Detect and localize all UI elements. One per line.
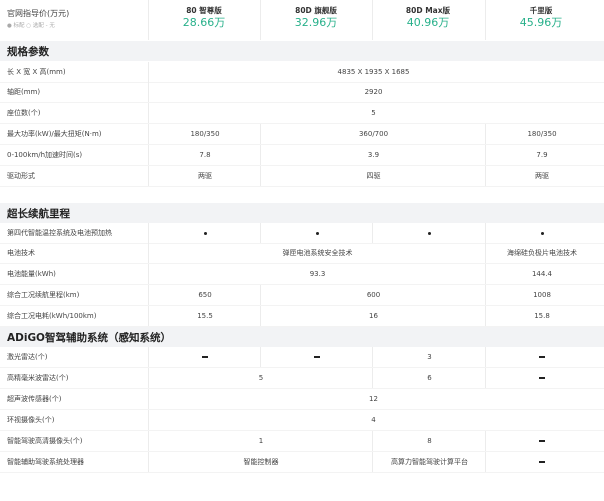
- row-drive: 驱动形式 两驱 四驱 两驱: [0, 166, 604, 187]
- value-v4: 180/350: [485, 124, 598, 144]
- variant-name: 80D Max版: [405, 6, 451, 15]
- value-v1: 180/350: [148, 124, 261, 144]
- row-label: 轴距(mm): [7, 88, 41, 96]
- value-v3: 高算力智能驾驶计算平台: [372, 452, 486, 472]
- dash-icon: [202, 356, 208, 358]
- legend-note: ● 标配 ○ 选配 - 无: [7, 23, 55, 29]
- row-processor: 智能辅助驾驶系统处理器 智能控制器 高算力智能驾驶计算平台: [0, 452, 604, 473]
- variant-name: 80D 旗舰版: [295, 6, 337, 15]
- value-v4: 144.4: [485, 264, 598, 284]
- row-lidar: 激光雷达(个) 3: [0, 347, 604, 368]
- section-title: 规格参数: [7, 46, 49, 58]
- standard-dot-icon: [540, 231, 544, 235]
- standard-dot-icon: [203, 231, 207, 235]
- row-label: 智能驾驶高清摄像头(个): [7, 437, 83, 445]
- value-v4: 海绵硅负极片电池技术: [485, 243, 598, 263]
- variant-80-zhizun[interactable]: 80 智尊版 28.66万: [148, 6, 260, 30]
- variant-price: 32.96万: [294, 16, 338, 29]
- row-label: 电池技术: [7, 249, 35, 257]
- dash-icon: [539, 377, 545, 379]
- row-acceleration: 0-100km/h加速时间(s) 7.8 3.9 7.9: [0, 145, 604, 166]
- value-v1: 7.8: [148, 145, 261, 165]
- section-adas: ADiGO智驾辅助系统（感知系统）: [0, 327, 604, 347]
- variant-price: 40.96万: [406, 16, 450, 29]
- row-seats: 座位数(个) 5: [0, 103, 604, 124]
- row-surround-camera: 环视摄像头(个) 4: [0, 410, 604, 431]
- value-v23: 16: [260, 306, 486, 326]
- row-consumption: 综合工况电耗(kWh/100km) 15.5 16 15.8: [0, 306, 604, 327]
- price-header-label: 官网指导价(万元): [7, 9, 70, 18]
- row-label: 超声波传感器(个): [7, 395, 62, 403]
- variant-qianli[interactable]: 千里版 45.96万: [485, 6, 597, 30]
- row-label: 激光雷达(个): [7, 353, 48, 361]
- variant-80d-flagship[interactable]: 80D 旗舰版 32.96万: [260, 6, 372, 30]
- dash-icon: [314, 356, 320, 358]
- row-label: 综合工况电耗(kWh/100km): [7, 312, 97, 320]
- value-v3: 3: [372, 347, 486, 367]
- value-v4: 两驱: [485, 166, 598, 186]
- row-range: 综合工况续航里程(km) 650 600 1008: [0, 285, 604, 306]
- variant-price: 28.66万: [182, 16, 226, 29]
- value-all: 4835 X 1935 X 1685: [148, 62, 598, 82]
- row-label: 最大功率(kW)/最大扭矩(N·m): [7, 130, 102, 138]
- value-v12: 智能控制器: [148, 452, 373, 472]
- row-label: 座位数(个): [7, 109, 41, 117]
- value-v23: 四驱: [260, 166, 486, 186]
- row-thermal: 第四代智能温控系统及电池预加热: [0, 223, 604, 244]
- section-title: 超长续航里程: [7, 208, 70, 220]
- dash-icon: [539, 461, 545, 463]
- row-label: 长 X 宽 X 高(mm): [7, 68, 66, 76]
- row-label: 电池能量(kWh): [7, 270, 56, 278]
- row-battery-tech: 电池技术 弹匣电池系统安全技术 海绵硅负极片电池技术: [0, 243, 604, 264]
- value-v4: 7.9: [485, 145, 598, 165]
- variant-80d-max[interactable]: 80D Max版 40.96万: [372, 6, 484, 30]
- standard-dot-icon: [428, 231, 431, 235]
- value-v123: 93.3: [148, 264, 486, 284]
- variant-name: 千里版: [529, 6, 553, 15]
- value-v23: 3.9: [260, 145, 486, 165]
- row-label: 高精毫米波雷达(个): [7, 374, 69, 382]
- row-adas-camera: 智能驾驶高清摄像头(个) 1 8: [0, 431, 604, 452]
- value-v23: 360/700: [260, 124, 486, 144]
- row-dimensions: 长 X 宽 X 高(mm) 4835 X 1935 X 1685: [0, 62, 604, 83]
- section-range: 超长续航里程: [0, 203, 604, 223]
- row-wheelbase: 轴距(mm) 2920: [0, 82, 604, 103]
- row-power: 最大功率(kW)/最大扭矩(N·m) 180/350 360/700 180/3…: [0, 124, 604, 145]
- value-v1: 650: [148, 285, 261, 305]
- variant-name: 80 智尊版: [186, 6, 222, 15]
- price-header: 官网指导价(万元) ● 标配 ○ 选配 - 无 80 智尊版 28.66万 80…: [0, 0, 604, 40]
- value-v12: 1: [148, 431, 373, 451]
- row-label: 综合工况续航里程(km): [7, 291, 80, 299]
- row-mmwave: 高精毫米波雷达(个) 5 6: [0, 368, 604, 389]
- row-label: 智能辅助驾驶系统处理器: [7, 458, 84, 466]
- value-all: 5: [148, 103, 598, 123]
- value-all: 4: [148, 410, 598, 430]
- value-v123: 弹匣电池系统安全技术: [148, 243, 486, 263]
- value-v12: 5: [148, 368, 373, 388]
- section-title: ADiGO智驾辅助系统（感知系统）: [7, 332, 171, 344]
- value-v1: 15.5: [148, 306, 261, 326]
- value-v4: 1008: [485, 285, 598, 305]
- row-label: 驱动形式: [7, 172, 35, 180]
- row-ultrasonic: 超声波传感器(个) 12: [0, 389, 604, 410]
- value-v3: 6: [372, 368, 486, 388]
- variant-price: 45.96万: [519, 16, 563, 29]
- dash-icon: [539, 440, 545, 442]
- standard-dot-icon: [315, 231, 319, 235]
- row-label: 0-100km/h加速时间(s): [7, 151, 83, 159]
- row-label: 环视摄像头(个): [7, 416, 55, 424]
- value-v4: 15.8: [485, 306, 598, 326]
- value-v3: 8: [372, 431, 486, 451]
- row-battery-energy: 电池能量(kWh) 93.3 144.4: [0, 264, 604, 285]
- value-v1: 两驱: [148, 166, 261, 186]
- row-label: 第四代智能温控系统及电池预加热: [7, 229, 112, 237]
- dash-icon: [539, 356, 545, 358]
- value-all: 12: [148, 389, 598, 409]
- value-v23: 600: [260, 285, 486, 305]
- section-specs: 规格参数: [0, 41, 604, 61]
- value-all: 2920: [148, 82, 598, 102]
